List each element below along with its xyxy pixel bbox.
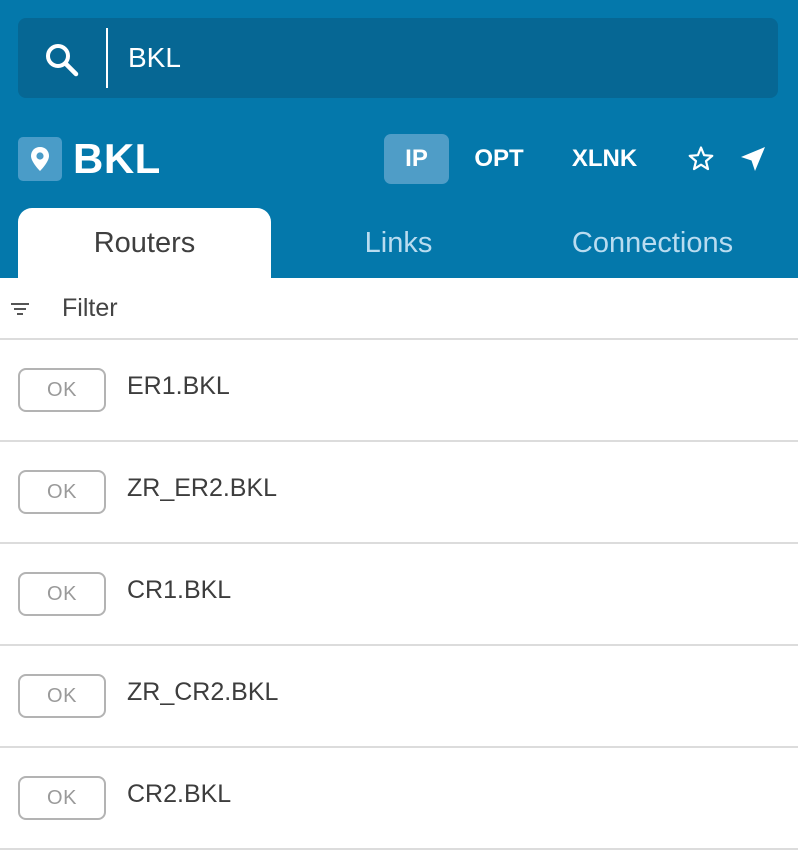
router-name: ER1.BKL [127, 372, 230, 400]
star-icon[interactable] [686, 144, 716, 174]
router-row[interactable]: OK CR2.BKL [0, 748, 798, 850]
router-row[interactable]: OK ER1.BKL [0, 340, 798, 442]
router-name: ZR_ER2.BKL [127, 474, 278, 502]
site-title: BKL [73, 135, 161, 182]
layer-xlnk-button[interactable]: XLNK [562, 134, 647, 184]
status-badge: OK [18, 470, 106, 514]
status-badge: OK [18, 368, 106, 412]
router-row[interactable]: OK ZR_CR2.BKL [0, 646, 798, 748]
layer-ip-button[interactable]: IP [384, 134, 449, 184]
router-row[interactable]: OK ZR_ER2.BKL [0, 442, 798, 544]
router-name: CR2.BKL [127, 780, 232, 808]
filter-label: Filter [62, 294, 118, 322]
location-pin-icon [18, 137, 62, 181]
search-icon[interactable] [42, 40, 82, 80]
tab-connections[interactable]: Connections [526, 208, 779, 278]
filter-row[interactable]: Filter [0, 280, 798, 340]
status-badge: OK [18, 776, 106, 820]
status-badge: OK [18, 572, 106, 616]
header: BKL IP OPT XLNK Routers Links Connection… [0, 0, 798, 278]
router-row[interactable]: OK CR1.BKL [0, 544, 798, 646]
tab-links[interactable]: Links [272, 208, 525, 278]
tab-bar: Routers Links Connections [0, 208, 798, 278]
search-input[interactable] [128, 30, 748, 86]
router-list: OK ER1.BKL OK ZR_ER2.BKL OK CR1.BKL OK Z… [0, 340, 798, 850]
router-name: CR1.BKL [127, 576, 232, 604]
search-divider [106, 28, 108, 88]
search-bar[interactable] [18, 18, 778, 98]
status-badge: OK [18, 674, 106, 718]
filter-icon [11, 303, 29, 315]
location-row: BKL IP OPT XLNK [18, 134, 778, 184]
tab-routers[interactable]: Routers [18, 208, 271, 278]
layer-opt-button[interactable]: OPT [464, 134, 534, 184]
navigation-arrow-icon[interactable] [738, 144, 768, 174]
router-name: ZR_CR2.BKL [127, 678, 279, 706]
